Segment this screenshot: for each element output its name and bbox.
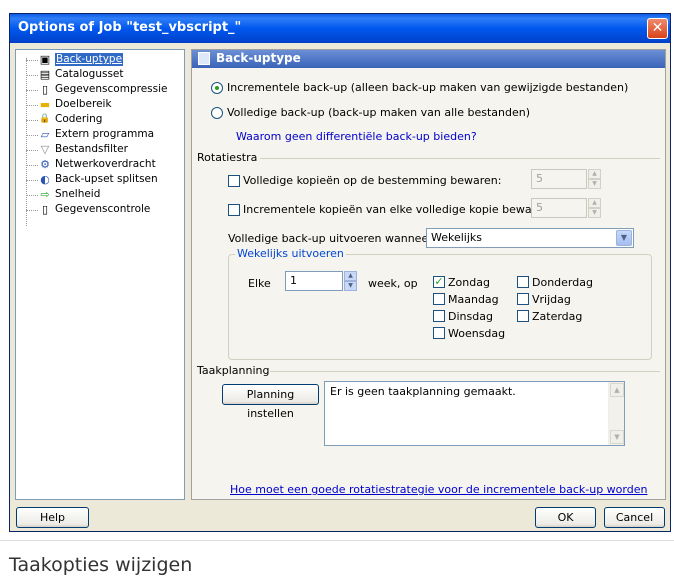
backup-type-icon: ▣: [39, 53, 51, 66]
tree-item-back-uptype[interactable]: ▣ Back-uptype: [16, 53, 184, 67]
full-when-label: Volledige back-up uitvoeren wanneer: [228, 232, 433, 245]
split-icon: ◐: [40, 173, 50, 186]
tree-item-label: Netwerkoverdracht: [55, 158, 156, 170]
schedule-text: Er is geen taakplanning gemaakt.: [330, 385, 516, 398]
day-woensdag-label: Woensdag: [448, 327, 506, 340]
keep-incremental-label: Incrementele kopieën van elke volledige …: [243, 203, 554, 216]
day-vrijdag-label: Vrijdag: [532, 293, 571, 306]
day-dinsdag-label: Dinsdag: [448, 310, 493, 323]
chevron-down-icon: ▼: [616, 230, 632, 246]
full-when-value: Wekelijks: [431, 231, 483, 244]
tree-item-bestandsfilter[interactable]: ▽ Bestandsfilter: [16, 143, 184, 157]
speed-icon: ⇨: [40, 188, 50, 201]
verify-icon: ▯: [41, 203, 49, 216]
tree-item-label: Back-upset splitsen: [55, 173, 158, 185]
tree-item-gegevenscompressie[interactable]: ▯ Gegevenscompressie: [16, 83, 184, 97]
keep-incremental-input[interactable]: 5: [531, 198, 587, 218]
radio-full[interactable]: [211, 107, 223, 119]
week-on-label: week, op: [368, 277, 418, 290]
tree-item-label: Extern programma: [55, 128, 155, 140]
network-icon: ⚙: [40, 158, 50, 171]
schedule-label: Taakplanning: [197, 364, 270, 377]
cancel-button[interactable]: Cancel: [604, 507, 665, 528]
settings-panel: Back-uptype Incrementele back-up (alleen…: [191, 49, 666, 500]
day-zondag-label: Zondag: [448, 276, 490, 289]
close-icon: ✕: [651, 20, 664, 36]
keep-full-checkbox[interactable]: [228, 175, 240, 187]
filter-icon: ▽: [40, 143, 50, 156]
help-button[interactable]: Help: [16, 507, 89, 528]
tree-item-codering[interactable]: 🔒 Codering: [16, 113, 184, 127]
options-tree: ▣ Back-uptype ▤ Catalogusset ▯ Gegevensc…: [15, 49, 185, 500]
compression-icon: ▯: [41, 83, 49, 96]
radio-full-label: Volledige back-up (back-up maken van all…: [227, 106, 531, 119]
rotation-strategy-label: Rotatiestra: [197, 151, 258, 164]
tree-item-extern-programma[interactable]: ▱ Extern programma: [16, 128, 184, 142]
weekly-legend: Wekelijks uitvoeren: [235, 247, 346, 260]
day-zaterdag-checkbox[interactable]: [517, 310, 529, 322]
caption: Taakopties wijzigen: [9, 554, 193, 576]
panel-header: Back-uptype: [192, 50, 665, 68]
tree-item-back-upset-splitsen[interactable]: ◐ Back-upset splitsen: [16, 173, 184, 187]
scroll-up-icon[interactable]: ▲: [610, 383, 624, 397]
backup-type-icon: [198, 52, 210, 65]
day-zondag-checkbox[interactable]: ✓: [433, 276, 445, 288]
strategy-link[interactable]: Hoe moet een goede rotatiestrategie voor…: [230, 483, 647, 496]
schedule-textarea[interactable]: Er is geen taakplanning gemaakt. ▲ ▼: [324, 381, 625, 446]
tree-item-doelbereik[interactable]: ▬ Doelbereik: [16, 98, 184, 112]
differential-link[interactable]: Waarom geen differentiële back-up bieden…: [236, 130, 477, 143]
radio-incremental-label: Incrementele back-up (alleen back-up mak…: [227, 81, 629, 94]
scroll-down-icon[interactable]: ▼: [610, 430, 624, 444]
keep-incremental-stepper[interactable]: ▲ ▼: [588, 198, 601, 218]
day-maandag-checkbox[interactable]: [433, 293, 445, 305]
every-label: Elke: [248, 277, 271, 290]
panel-title: Back-uptype: [216, 51, 301, 65]
schedule-button[interactable]: Planning instellen: [222, 384, 319, 420]
tree-item-label: Bestandsfilter: [55, 143, 128, 155]
every-weeks-stepper[interactable]: ▲ ▼: [344, 271, 357, 291]
rotation-divider: [260, 158, 660, 159]
full-when-select[interactable]: Wekelijks ▼: [426, 228, 634, 248]
tree-item-label: Gegevenscontrole: [55, 203, 151, 215]
tree-item-gegevenscontrole[interactable]: ▯ Gegevenscontrole: [16, 203, 184, 217]
tree-item-label: Doelbereik: [55, 98, 112, 110]
lock-icon: 🔒: [39, 114, 51, 124]
keep-full-stepper[interactable]: ▲ ▼: [588, 169, 601, 189]
tree-item-catalogusset[interactable]: ▤ Catalogusset: [16, 68, 184, 82]
title-bar[interactable]: Options of Job "test_vbscript_" ✕: [10, 14, 670, 43]
day-donderdag-checkbox[interactable]: [517, 276, 529, 288]
options-dialog: Options of Job "test_vbscript_" ✕ ▣ Back…: [9, 13, 671, 532]
tree-item-label: Codering: [55, 113, 103, 125]
catalog-icon: ▤: [39, 68, 51, 81]
caption-divider: [0, 540, 674, 541]
keep-full-label: Volledige kopieën op de bestemming bewar…: [243, 174, 502, 187]
tree-item-snelheid[interactable]: ⇨ Snelheid: [16, 188, 184, 202]
folder-icon: ▬: [39, 98, 51, 111]
dialog-title: Options of Job "test_vbscript_": [18, 20, 242, 35]
program-icon: ▱: [40, 128, 50, 141]
day-woensdag-checkbox[interactable]: [433, 327, 445, 339]
schedule-divider: [270, 371, 660, 372]
weekly-group: [228, 254, 652, 360]
day-maandag-label: Maandag: [448, 293, 499, 306]
tree-item-label: Snelheid: [55, 188, 101, 200]
schedule-scrollbar[interactable]: ▲ ▼: [608, 382, 624, 445]
tree-item-netwerkoverdracht[interactable]: ⚙ Netwerkoverdracht: [16, 158, 184, 172]
day-dinsdag-checkbox[interactable]: [433, 310, 445, 322]
day-vrijdag-checkbox[interactable]: [517, 293, 529, 305]
day-zaterdag-label: Zaterdag: [532, 310, 583, 323]
ok-button[interactable]: OK: [535, 507, 596, 528]
keep-full-input[interactable]: 5: [531, 169, 587, 189]
every-weeks-input[interactable]: 1: [285, 271, 343, 291]
tree-item-label: Gegevenscompressie: [55, 83, 168, 95]
close-button[interactable]: ✕: [647, 18, 668, 39]
radio-incremental[interactable]: [211, 82, 223, 94]
keep-incremental-checkbox[interactable]: [228, 204, 240, 216]
tree-item-label: Catalogusset: [55, 68, 124, 80]
tree-item-label: Back-uptype: [55, 53, 124, 66]
day-donderdag-label: Donderdag: [532, 276, 593, 289]
